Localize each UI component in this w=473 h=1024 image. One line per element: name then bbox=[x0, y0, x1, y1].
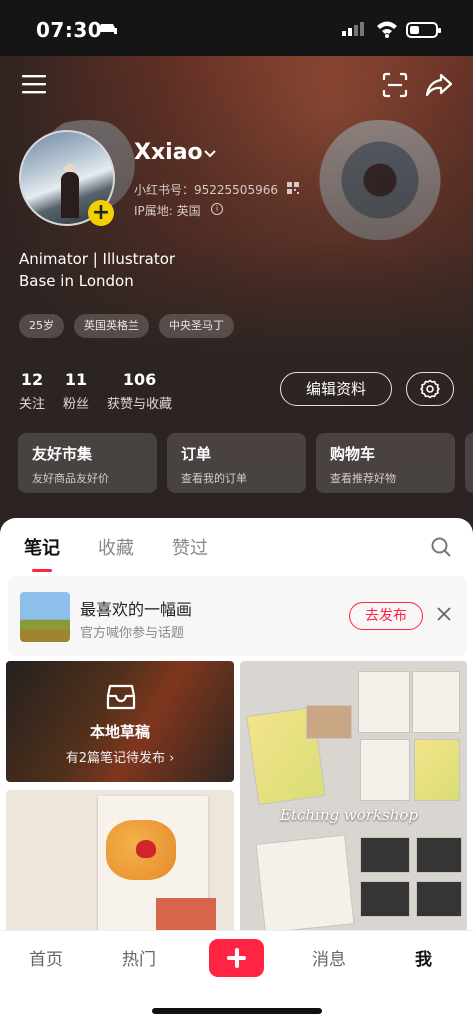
note-image-print bbox=[416, 881, 462, 917]
status-bar: 07:30 bbox=[0, 0, 473, 56]
drafts-card[interactable]: 本地草稿 有2篇笔记待发布 › bbox=[6, 661, 234, 782]
publish-button[interactable]: 去发布 bbox=[349, 602, 423, 630]
stat-label: 获赞与收藏 bbox=[107, 397, 173, 412]
nav-home[interactable]: 首页 bbox=[29, 945, 63, 970]
card-subtitle: 查看我的订单 bbox=[181, 472, 247, 485]
edit-profile-button[interactable]: 编辑资料 bbox=[280, 372, 392, 406]
tag-school[interactable]: 中央圣马丁 bbox=[159, 314, 234, 338]
car-icon bbox=[97, 24, 117, 34]
nav-trending[interactable]: 热门 bbox=[122, 945, 156, 970]
wifi-icon bbox=[377, 21, 397, 38]
note-image-print bbox=[360, 739, 410, 801]
profile-name[interactable]: Xxiao bbox=[134, 140, 203, 165]
profile-ip-location: IP属地: 英国 bbox=[134, 204, 201, 218]
topic-banner[interactable]: 最喜欢的一幅画 官方喊你参与话题 去发布 bbox=[8, 576, 467, 656]
settings-button[interactable] bbox=[406, 372, 454, 406]
menu-icon[interactable] bbox=[22, 74, 46, 94]
note-card-etching[interactable]: Etching workshop bbox=[240, 661, 467, 938]
note-image-print bbox=[358, 671, 410, 733]
note-image-print bbox=[416, 837, 462, 873]
signal-icon bbox=[342, 22, 364, 36]
tag-location[interactable]: 英国英格兰 bbox=[74, 314, 149, 338]
chevron-down-icon[interactable] bbox=[203, 149, 217, 159]
card-title: 购物车 bbox=[330, 445, 376, 463]
card-more[interactable] bbox=[465, 433, 473, 493]
topic-title: 最喜欢的一幅画 bbox=[80, 600, 193, 619]
battery-icon bbox=[406, 22, 441, 38]
inbox-icon bbox=[106, 684, 136, 710]
card-market[interactable]: 友好市集 友好商品友好价 bbox=[18, 433, 157, 493]
close-icon[interactable] bbox=[436, 606, 452, 622]
content-tabs: 笔记 收藏 赞过 bbox=[24, 534, 208, 572]
scan-icon[interactable] bbox=[382, 72, 408, 98]
status-time: 07:30 bbox=[36, 18, 103, 42]
nav-messages[interactable]: 消息 bbox=[312, 945, 346, 970]
card-title: 订单 bbox=[181, 445, 212, 463]
share-icon[interactable] bbox=[425, 72, 453, 98]
topic-thumbnail bbox=[20, 592, 70, 642]
avatar-figure-body bbox=[61, 172, 79, 218]
gear-icon bbox=[420, 379, 440, 399]
tag-age[interactable]: 25岁 bbox=[19, 314, 64, 338]
info-icon[interactable]: i bbox=[211, 203, 223, 215]
drafts-title: 本地草稿 bbox=[89, 723, 150, 741]
stat-followers[interactable]: 11 粉丝 bbox=[63, 370, 89, 412]
note-image-print bbox=[414, 739, 460, 801]
card-subtitle: 友好商品友好价 bbox=[32, 472, 109, 485]
note-image-print bbox=[360, 837, 410, 873]
tab-collections[interactable]: 收藏 bbox=[98, 534, 134, 560]
note-image-print bbox=[412, 671, 460, 733]
add-avatar-plus-icon[interactable]: + bbox=[88, 200, 114, 226]
bio-line: Base in London bbox=[19, 272, 134, 290]
note-image-heart bbox=[136, 840, 156, 858]
stat-likes-collections[interactable]: 106 获赞与收藏 bbox=[107, 370, 172, 412]
profile-uid: 小红书号：95225505966 bbox=[134, 183, 278, 197]
search-icon[interactable] bbox=[430, 536, 452, 558]
topic-subtitle: 官方喊你参与话题 bbox=[80, 626, 185, 641]
stat-label: 关注 bbox=[19, 397, 46, 412]
stat-following[interactable]: 12 关注 bbox=[19, 370, 45, 412]
tab-liked[interactable]: 赞过 bbox=[172, 534, 208, 560]
profile-tags: 25岁 英国英格兰 中央圣马丁 bbox=[19, 314, 234, 338]
note-image-print bbox=[255, 834, 355, 934]
card-cart[interactable]: 购物车 查看推荐好物 bbox=[316, 433, 455, 493]
tab-notes[interactable]: 笔记 bbox=[24, 534, 60, 572]
card-subtitle: 查看推荐好物 bbox=[330, 472, 396, 485]
content-panel: 笔记 收藏 赞过 最喜欢的一幅画 官方喊你参与话题 去发布 本地草稿 有2篇笔记… bbox=[0, 518, 473, 938]
nav-me[interactable]: 我 bbox=[415, 945, 432, 970]
card-title: 友好市集 bbox=[32, 445, 93, 463]
drafts-subtitle: 有2篇笔记待发布 › bbox=[65, 751, 175, 766]
note-image-print bbox=[360, 881, 410, 917]
profile-bio: Animator | Illustrator Base in London bbox=[19, 248, 175, 292]
stat-number: 106 bbox=[122, 370, 157, 389]
bio-line: Animator | Illustrator bbox=[19, 250, 176, 268]
service-cards: 友好市集 友好商品友好价 订单 查看我的订单 购物车 查看推荐好物 bbox=[18, 433, 473, 493]
stat-number: 12 bbox=[20, 370, 44, 389]
card-orders[interactable]: 订单 查看我的订单 bbox=[167, 433, 306, 493]
note-image-caption: Etching workshop bbox=[280, 806, 418, 824]
create-post-button[interactable] bbox=[209, 939, 264, 977]
profile-stats: 12 关注 11 粉丝 106 获赞与收藏 bbox=[19, 370, 190, 412]
note-image-print bbox=[306, 705, 352, 739]
home-indicator bbox=[152, 1008, 322, 1014]
note-card-illustration[interactable] bbox=[6, 790, 234, 938]
stat-number: 11 bbox=[64, 370, 88, 389]
stat-label: 粉丝 bbox=[63, 397, 90, 412]
qr-code-icon[interactable] bbox=[287, 182, 299, 194]
